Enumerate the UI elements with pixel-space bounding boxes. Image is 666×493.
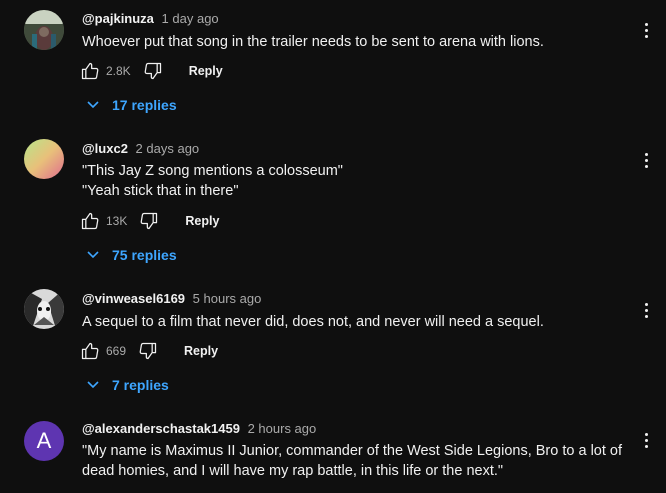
comment-actions: 2.8K Reply: [78, 59, 223, 83]
more-vert-icon: [644, 432, 648, 436]
dislike-button[interactable]: [137, 209, 161, 233]
more-actions-button[interactable]: [638, 150, 654, 170]
comment-time[interactable]: 2 hours ago: [248, 421, 317, 436]
comment-text: Whoever put that song in the trailer nee…: [82, 32, 622, 52]
comment-author[interactable]: @vinweasel6169: [82, 291, 185, 306]
like-count: 13K: [106, 214, 128, 228]
chevron-down-icon: [87, 101, 99, 109]
comment-time[interactable]: 2 days ago: [136, 141, 200, 156]
more-vert-icon: [644, 302, 648, 306]
comment-text-line: "This Jay Z song mentions a colosseum": [82, 163, 343, 179]
comment-text: "This Jay Z song mentions a colosseum" "…: [82, 161, 622, 201]
view-replies-button[interactable]: 75 replies: [86, 244, 177, 266]
like-button[interactable]: [78, 59, 102, 83]
comment-author[interactable]: @alexanderschastak1459: [82, 421, 240, 436]
replies-count: 75 replies: [112, 247, 177, 263]
comment-text-line: "Yeah stick that in there": [82, 183, 239, 199]
comment-text: "My name is Maximus II Junior, commander…: [82, 441, 622, 481]
avatar-letter: A: [36, 428, 52, 453]
more-vert-icon: [644, 152, 648, 156]
avatar[interactable]: A: [24, 421, 64, 461]
like-button[interactable]: [78, 339, 102, 363]
thumbs-up-icon: [81, 212, 99, 230]
like-button[interactable]: [78, 209, 102, 233]
comment-header: @pajkinuza 1 day ago: [82, 11, 219, 26]
comment-text-line: A sequel to a film that never did, does …: [82, 314, 544, 330]
avatar[interactable]: [24, 289, 64, 329]
avatar[interactable]: [24, 139, 64, 179]
chevron-down-icon: [87, 381, 99, 389]
view-replies-button[interactable]: 7 replies: [86, 374, 169, 396]
comment-header: @luxc2 2 days ago: [82, 141, 199, 156]
more-actions-button[interactable]: [638, 20, 654, 40]
comment-text-line: dead homies, and I will have my rap batt…: [82, 463, 504, 479]
like-count: 669: [106, 344, 127, 358]
more-actions-button[interactable]: [638, 430, 654, 450]
comment-header: @alexanderschastak1459 2 hours ago: [82, 421, 316, 436]
view-replies-button[interactable]: 17 replies: [86, 94, 177, 116]
reply-button[interactable]: Reply: [184, 344, 218, 358]
thumbs-up-icon: [81, 342, 99, 360]
comment-author[interactable]: @pajkinuza: [82, 11, 154, 26]
comment-actions: 669 Reply: [78, 339, 218, 363]
dislike-button[interactable]: [136, 339, 160, 363]
thumbs-down-icon: [139, 342, 157, 360]
avatar[interactable]: [24, 10, 64, 50]
comment-actions: 13K Reply: [78, 209, 219, 233]
comment-text: A sequel to a film that never did, does …: [82, 312, 622, 332]
comment-header: @vinweasel6169 5 hours ago: [82, 291, 261, 306]
more-vert-icon: [644, 22, 648, 26]
replies-count: 7 replies: [112, 377, 169, 393]
chevron-down-icon: [87, 251, 99, 259]
comment-time[interactable]: 5 hours ago: [193, 291, 262, 306]
reply-button[interactable]: Reply: [185, 214, 219, 228]
thumbs-up-icon: [81, 62, 99, 80]
comment-text-line: "My name is Maximus II Junior, commander…: [82, 443, 623, 459]
comment-author[interactable]: @luxc2: [82, 141, 128, 156]
reply-button[interactable]: Reply: [189, 64, 223, 78]
comment-text-line: Whoever put that song in the trailer nee…: [82, 34, 544, 50]
replies-count: 17 replies: [112, 97, 177, 113]
more-actions-button[interactable]: [638, 300, 654, 320]
dislike-button[interactable]: [141, 59, 165, 83]
comment-time[interactable]: 1 day ago: [162, 11, 219, 26]
thumbs-down-icon: [144, 62, 161, 80]
like-count: 2.8K: [106, 64, 131, 78]
thumbs-down-icon: [140, 212, 158, 230]
